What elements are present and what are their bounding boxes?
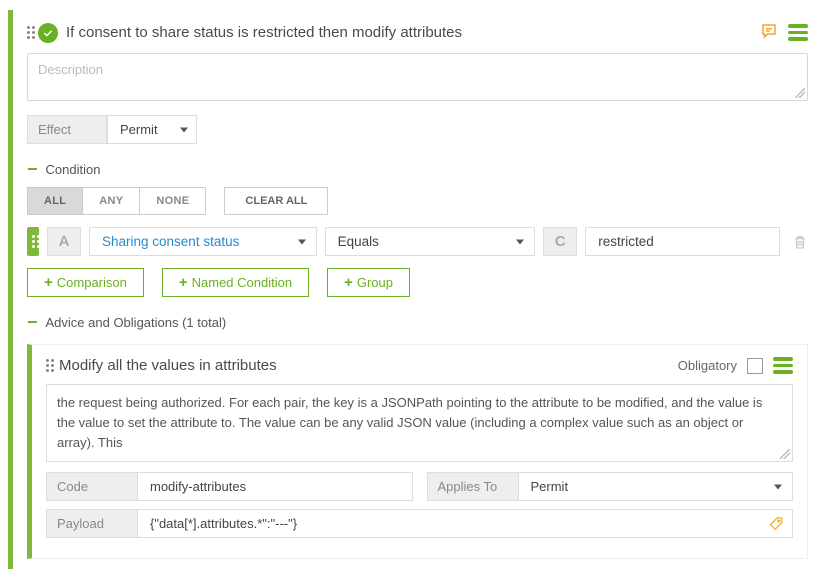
attribute-type-tag: A — [47, 227, 81, 256]
add-group-button[interactable]: + Group — [327, 268, 410, 297]
effect-select[interactable]: Permit — [107, 115, 197, 144]
combinator-any-button[interactable]: ANY — [82, 187, 140, 215]
chevron-down-icon — [298, 239, 306, 244]
chevron-down-icon — [774, 484, 782, 489]
plus-icon: + — [179, 275, 188, 290]
drag-handle-icon[interactable] — [46, 359, 49, 372]
chevron-down-icon — [180, 127, 188, 132]
drag-handle-icon[interactable] — [27, 26, 30, 39]
collapse-icon: − — [27, 317, 38, 328]
condition-row: A Sharing consent status Equals C restri… — [27, 227, 808, 256]
rule-title: If consent to share status is restricted… — [66, 24, 752, 41]
effect-row: Effect Permit — [27, 115, 808, 144]
combinator-group: ALL ANY NONE CLEAR ALL — [27, 187, 808, 215]
applies-to-select[interactable]: Permit — [518, 472, 794, 501]
advice-title: Modify all the values in attributes — [59, 357, 668, 374]
add-condition-row: + Comparison + Named Condition + Group — [27, 268, 808, 297]
add-named-condition-button[interactable]: + Named Condition — [162, 268, 309, 297]
combinator-all-button[interactable]: ALL — [27, 187, 83, 215]
code-input[interactable]: modify-attributes — [137, 472, 413, 501]
clear-all-button[interactable]: CLEAR ALL — [224, 187, 328, 215]
obligatory-label: Obligatory — [678, 358, 737, 373]
payload-label: Payload — [46, 509, 138, 538]
effect-label: Effect — [27, 115, 107, 144]
rule-panel: If consent to share status is restricted… — [8, 10, 822, 569]
obligatory-checkbox[interactable] — [747, 358, 763, 374]
attribute-select[interactable]: Sharing consent status — [89, 227, 317, 256]
condition-section-header[interactable]: − Condition — [27, 162, 808, 177]
operator-select[interactable]: Equals — [325, 227, 536, 256]
description-input[interactable]: Description — [27, 53, 808, 101]
row-drag-handle-icon[interactable] — [27, 227, 39, 256]
delete-row-button[interactable] — [792, 227, 808, 256]
payload-input[interactable]: {"data[*].attributes.*":"---"} — [137, 509, 793, 538]
advice-header: Modify all the values in attributes Obli… — [46, 357, 793, 374]
plus-icon: + — [44, 275, 53, 290]
combinator-none-button[interactable]: NONE — [139, 187, 206, 215]
comment-icon[interactable] — [760, 22, 778, 43]
advice-description[interactable]: the request being authorized. For each p… — [46, 384, 793, 462]
check-circle-icon — [38, 23, 58, 43]
advice-section-header[interactable]: − Advice and Obligations (1 total) — [27, 315, 808, 330]
menu-icon[interactable] — [788, 24, 808, 41]
collapse-icon: − — [27, 164, 38, 175]
value-type-tag: C — [543, 227, 577, 256]
plus-icon: + — [344, 275, 353, 290]
rule-header: If consent to share status is restricted… — [27, 22, 808, 43]
advice-item-panel: Modify all the values in attributes Obli… — [27, 344, 808, 559]
menu-icon[interactable] — [773, 357, 793, 374]
code-label: Code — [46, 472, 138, 501]
value-input[interactable]: restricted — [585, 227, 780, 256]
applies-to-label: Applies To — [427, 472, 519, 501]
chevron-down-icon — [516, 239, 524, 244]
add-comparison-button[interactable]: + Comparison — [27, 268, 144, 297]
